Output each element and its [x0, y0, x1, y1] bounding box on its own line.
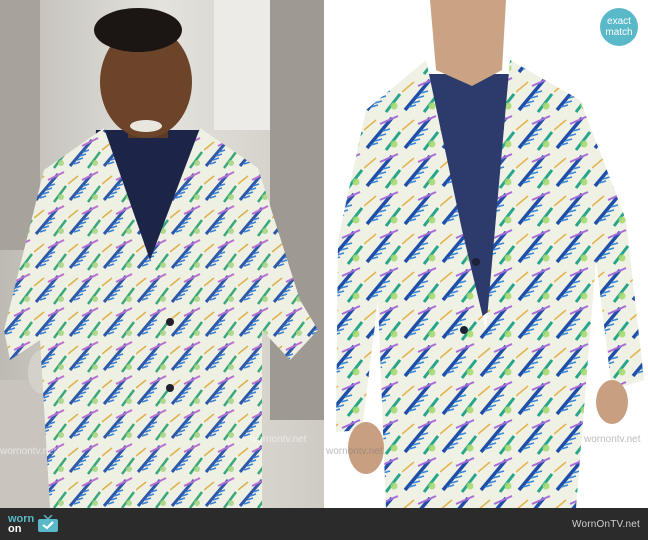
logo-bottom: on — [8, 523, 22, 535]
watermark-left-1: wornontv.net — [250, 434, 307, 445]
right-photo: wornontv.net wornontv.net — [326, 0, 648, 508]
badge-line-1: exact — [607, 16, 631, 27]
site-logo[interactable]: worn on — [8, 514, 59, 535]
right-photo-illustration — [326, 0, 648, 508]
left-photo: wornontv.net wornontv.net — [0, 0, 324, 508]
watermark-right-2: wornontv.net — [326, 446, 383, 457]
left-photo-illustration — [0, 0, 324, 508]
footer-bar: worn on WornOnTV.net — [0, 508, 648, 540]
watermark-left-2: wornontv.net — [0, 446, 57, 457]
logo-wordmark: worn on — [8, 514, 34, 535]
site-url[interactable]: WornOnTV.net — [572, 519, 640, 530]
watermark-right-1: wornontv.net — [584, 434, 641, 445]
tv-icon — [38, 515, 59, 532]
exact-match-badge: exact match — [600, 8, 638, 46]
badge-line-2: match — [605, 27, 633, 38]
